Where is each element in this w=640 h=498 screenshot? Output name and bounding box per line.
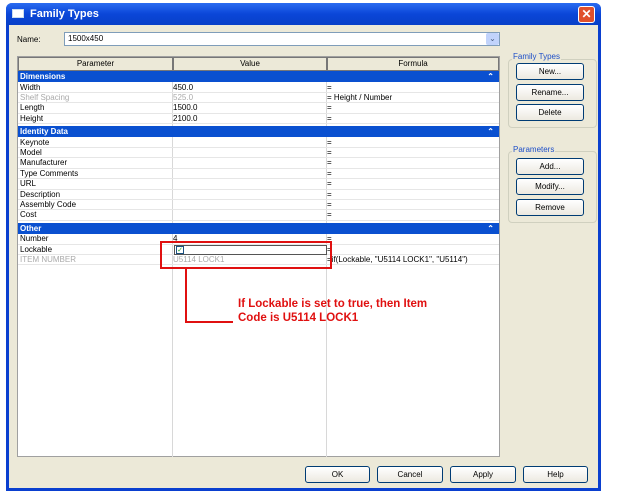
- name-label: Name:: [17, 35, 41, 44]
- parameters-group-label: Parameters: [512, 145, 556, 154]
- group-header-0[interactable]: Dimensions ⌃: [18, 71, 499, 82]
- param-name: Cost: [20, 210, 37, 220]
- param-formula[interactable]: =: [327, 179, 332, 189]
- table-row[interactable]: Assembly Code =: [18, 200, 499, 211]
- param-formula[interactable]: =: [327, 83, 332, 93]
- param-value[interactable]: 2100.0: [173, 114, 197, 124]
- collapse-icon[interactable]: ⌃: [487, 71, 494, 82]
- table-row[interactable]: Manufacturer =: [18, 158, 499, 169]
- annotation-line-2: Code is U5114 LOCK1: [238, 312, 359, 324]
- column-header-parameter[interactable]: Parameter: [18, 57, 173, 71]
- param-name: Type Comments: [20, 168, 79, 178]
- dialog-title: Family Types: [30, 8, 99, 20]
- annotation-connector-vertical: [185, 268, 187, 323]
- chevron-down-icon[interactable]: ⌄: [486, 33, 499, 45]
- param-name: Number: [20, 234, 49, 244]
- annotation-text: If Lockable is set to true, then Item Co…: [238, 297, 427, 325]
- param-name: Assembly Code: [20, 200, 77, 209]
- group-header-1[interactable]: Identity Data ⌃: [18, 126, 499, 138]
- collapse-icon[interactable]: ⌃: [487, 223, 494, 234]
- name-select[interactable]: 1500x450: [64, 32, 500, 46]
- table-row[interactable]: Cost =: [18, 210, 499, 221]
- new-type-button[interactable]: New...: [516, 63, 584, 80]
- close-button[interactable]: ✕: [578, 6, 595, 23]
- help-button[interactable]: Help: [523, 466, 588, 483]
- group-header-2[interactable]: Other ⌃: [18, 222, 499, 234]
- param-value[interactable]: 450.0: [173, 83, 193, 93]
- group-title: Dimensions: [20, 72, 66, 81]
- table-row[interactable]: URL =: [18, 179, 499, 190]
- table-row[interactable]: Keynote =: [18, 138, 499, 148]
- ok-button[interactable]: OK: [305, 466, 370, 483]
- annotation-line-1: If Lockable is set to true, then Item: [238, 298, 428, 310]
- table-row[interactable]: Length 1500.0 =: [18, 103, 499, 114]
- table-row[interactable]: Width 450.0 =: [18, 83, 499, 93]
- window-icon: [12, 9, 24, 18]
- param-value[interactable]: 1500.0: [173, 103, 197, 113]
- param-name: Description: [20, 189, 61, 199]
- param-name: Shelf Spacing: [20, 92, 70, 102]
- delete-type-button[interactable]: Delete: [516, 104, 584, 121]
- title-bar: Family Types: [6, 3, 601, 25]
- annotation-highlight-box: [160, 241, 332, 269]
- param-name: Width: [20, 82, 41, 92]
- param-name: URL: [20, 179, 37, 189]
- param-formula[interactable]: =: [327, 169, 332, 179]
- param-name: Keynote: [20, 137, 50, 147]
- param-name: ITEM NUMBER: [20, 255, 76, 265]
- param-formula[interactable]: =: [327, 103, 332, 113]
- modify-parameter-button[interactable]: Modify...: [516, 178, 584, 195]
- param-name: Manufacturer: [20, 158, 68, 168]
- add-parameter-button[interactable]: Add...: [516, 158, 584, 175]
- table-row[interactable]: Model =: [18, 148, 499, 159]
- param-name: Lockable: [20, 244, 53, 254]
- param-name: Length: [20, 103, 45, 113]
- column-header-formula[interactable]: Formula: [327, 57, 499, 71]
- table-row[interactable]: Shelf Spacing 525.0 = Height / Number: [18, 92, 499, 104]
- column-header-value[interactable]: Value: [173, 57, 327, 71]
- table-row[interactable]: Description =: [18, 190, 499, 200]
- param-value[interactable]: 525.0: [173, 93, 193, 103]
- rename-type-button[interactable]: Rename...: [516, 84, 584, 101]
- param-formula[interactable]: =if(Lockable, "U5114 LOCK1", "U5114"): [327, 255, 468, 265]
- group-title: Identity Data: [20, 127, 69, 137]
- collapse-icon[interactable]: ⌃: [487, 126, 494, 137]
- annotation-connector-horizontal: [185, 321, 233, 323]
- table-row[interactable]: Height 2100.0 =: [18, 113, 499, 125]
- param-formula[interactable]: =: [327, 158, 332, 168]
- param-formula[interactable]: =: [327, 114, 332, 124]
- param-name: Model: [20, 148, 42, 157]
- param-formula[interactable]: =: [327, 200, 332, 210]
- param-formula[interactable]: =: [327, 138, 332, 148]
- table-row[interactable]: Type Comments =: [18, 168, 499, 180]
- param-formula[interactable]: =: [327, 148, 332, 158]
- param-formula[interactable]: =: [327, 210, 332, 220]
- remove-parameter-button[interactable]: Remove: [516, 199, 584, 216]
- param-formula[interactable]: =: [327, 190, 332, 200]
- apply-button[interactable]: Apply: [450, 466, 516, 483]
- cancel-button[interactable]: Cancel: [377, 466, 443, 483]
- param-name: Height: [20, 113, 44, 123]
- group-title: Other: [20, 223, 42, 233]
- param-formula[interactable]: = Height / Number: [327, 93, 392, 103]
- family-types-group-label: Family Types: [512, 52, 561, 61]
